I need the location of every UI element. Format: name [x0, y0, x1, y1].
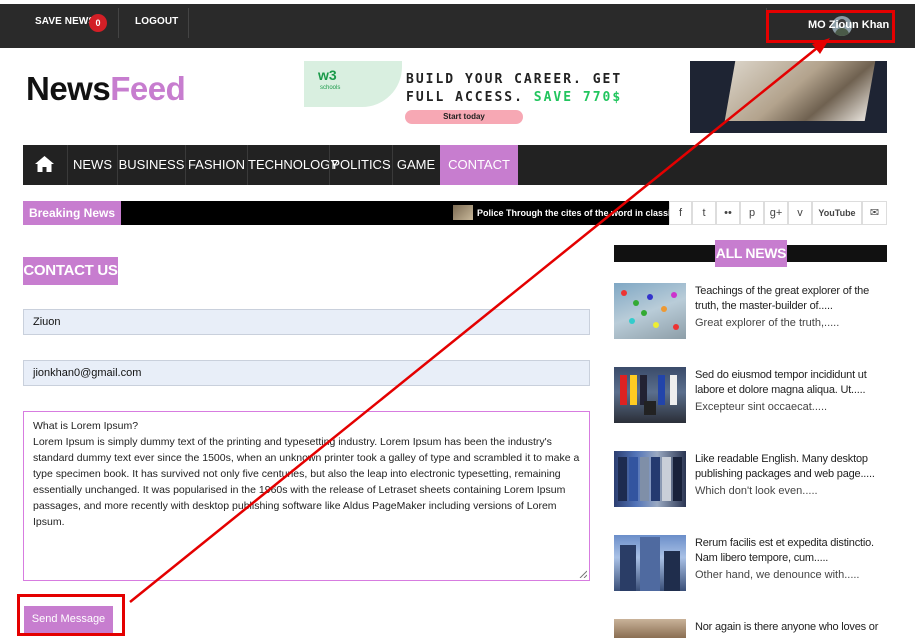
flags-image — [620, 375, 677, 415]
news-title[interactable]: Rerum facilis est et expedita distinctio… — [695, 536, 890, 566]
youtube-icon[interactable]: YouTube — [812, 201, 862, 225]
nav-item-game[interactable]: GAME — [393, 145, 439, 185]
news-subtitle: Other hand, we denounce with..... — [695, 569, 860, 581]
news-thumbnail[interactable] — [614, 367, 686, 423]
nav-item-business[interactable]: BUSINESS — [118, 145, 185, 185]
banner-photo — [724, 61, 876, 121]
buildings-image — [620, 537, 680, 591]
name-field[interactable]: Ziuon — [23, 309, 590, 335]
news-thumbnail[interactable] — [614, 451, 686, 507]
send-highlight-box — [17, 594, 125, 636]
logo-part-news: News — [26, 70, 111, 107]
facebook-icon[interactable]: f — [669, 201, 692, 225]
topbar-divider — [188, 8, 189, 38]
news-title[interactable]: Nor again is there anyone who loves or — [695, 620, 890, 635]
user-highlight-box — [766, 10, 895, 43]
logo-part-feed: Feed — [110, 70, 186, 107]
breaking-news-label: Breaking News — [23, 201, 121, 225]
topbar-divider — [118, 8, 119, 38]
message-textarea[interactable]: What is Lorem Ipsum? Lorem Ipsum is simp… — [23, 411, 590, 581]
news-subtitle: Great explorer of the truth,..... — [695, 317, 840, 329]
home-icon[interactable] — [34, 155, 55, 173]
news-title[interactable]: Teachings of the great explorer of the t… — [695, 284, 890, 314]
site-logo[interactable]: NewsFeed — [26, 70, 186, 108]
pins-image — [621, 290, 679, 330]
twitter-icon[interactable]: t — [692, 201, 716, 225]
resize-handle-icon[interactable] — [579, 570, 587, 578]
nav-item-contact-us[interactable]: CONTACT US — [440, 145, 518, 212]
banner-headline-2: FULL ACCESS. SAVE 770$ — [406, 90, 622, 105]
save-news-count-badge: 0 — [89, 14, 107, 32]
logout-link[interactable]: LOGOUT — [135, 16, 178, 27]
all-news-title: ALL NEWS — [715, 240, 787, 267]
nav-item-politics[interactable]: POLITICS — [330, 145, 392, 185]
vimeo-icon[interactable]: v — [788, 201, 812, 225]
google-plus-icon[interactable]: g+ — [764, 201, 788, 225]
message-text: What is Lorem Ipsum? Lorem Ipsum is simp… — [33, 420, 580, 528]
contact-title: CONTACT US — [23, 257, 118, 285]
banner-brand-sub: schools — [320, 85, 341, 91]
news-title[interactable]: Sed do eiusmod tempor incididunt ut labo… — [695, 368, 890, 398]
nav-item-news[interactable]: NEWS — [68, 145, 117, 185]
banner-headline-2b: SAVE 770$ — [533, 90, 623, 105]
news-thumbnail[interactable] — [614, 535, 686, 591]
banner-headline-2a: FULL ACCESS. — [406, 90, 524, 105]
email-icon[interactable]: ✉ — [862, 201, 887, 225]
pinterest-icon[interactable]: p — [740, 201, 764, 225]
breaking-news-ticker[interactable]: Police Through the cites of the word in … — [477, 208, 669, 218]
flickr-icon[interactable]: •• — [716, 201, 740, 225]
email-field[interactable]: jionkhan0@gmail.com — [23, 360, 590, 386]
banner-headline-1: BUILD YOUR CAREER. GET — [406, 72, 623, 87]
news-title[interactable]: Like readable English. Many desktop publ… — [695, 452, 890, 482]
banner-start-button[interactable]: Start today — [405, 110, 523, 124]
breaking-news-thumbnail[interactable] — [453, 205, 473, 220]
banner-brand: w3 — [318, 67, 337, 83]
news-subtitle: Which don't look even..... — [695, 485, 818, 497]
news-thumbnail[interactable] — [614, 283, 686, 339]
news-thumbnail[interactable] — [614, 619, 686, 638]
save-news-link[interactable]: SAVE NEWS — [35, 16, 95, 27]
suits-image — [618, 457, 682, 501]
nav-item-fashion[interactable]: FASHION — [186, 145, 247, 185]
nav-item-technology[interactable]: TECHNOLOGY — [248, 145, 339, 185]
news-subtitle: Excepteur sint occaecat..... — [695, 401, 828, 413]
ad-banner[interactable]: w3 schools BUILD YOUR CAREER. GET FULL A… — [304, 61, 887, 133]
